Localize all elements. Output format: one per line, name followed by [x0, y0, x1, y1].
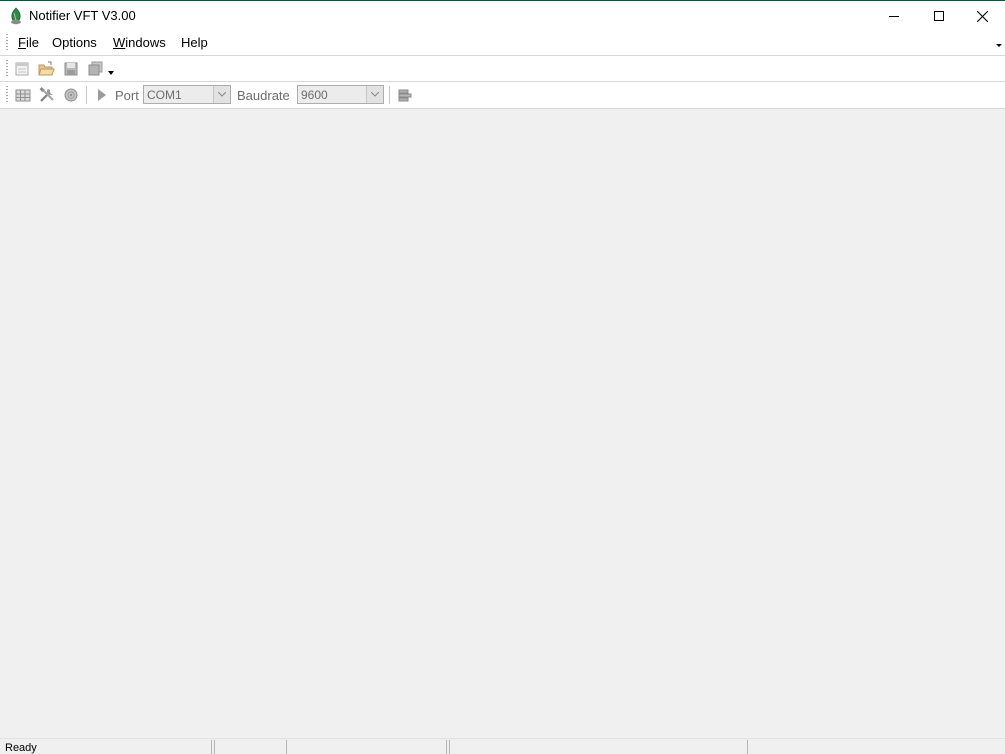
connect-icon[interactable]	[396, 86, 414, 104]
toolbar-separator	[389, 86, 390, 104]
port-dropdown-button[interactable]	[213, 86, 230, 103]
file-toolbar	[0, 56, 1005, 82]
dropdown-arrow-icon[interactable]	[108, 71, 114, 75]
port-select[interactable]: COM1	[143, 85, 231, 104]
disc-icon[interactable]	[62, 86, 80, 104]
mdi-client-area[interactable]	[0, 109, 1005, 738]
status-divider	[211, 740, 212, 754]
menu-bar: File Options Windows Help	[0, 31, 1005, 56]
menu-options[interactable]: Options	[52, 35, 97, 50]
play-icon[interactable]	[93, 86, 111, 104]
status-divider	[286, 740, 287, 754]
menu-windows-mnemonic: W	[113, 35, 126, 50]
window-title: Notifier VFT V3.00	[29, 8, 136, 23]
maximize-icon	[934, 11, 944, 21]
chevron-down-icon	[371, 92, 379, 97]
baudrate-label: Baudrate	[237, 88, 290, 103]
new-document-icon[interactable]	[13, 60, 31, 78]
menu-file-mnemonic: F	[18, 35, 26, 50]
status-text: Ready	[5, 742, 37, 754]
grid-icon[interactable]	[14, 86, 32, 104]
toolbar1-grip[interactable]	[6, 60, 8, 78]
port-value: COM1	[147, 88, 182, 102]
port-label: Port	[115, 88, 139, 103]
save-all-icon[interactable]	[86, 60, 104, 78]
baudrate-value: 9600	[301, 88, 328, 102]
chevron-down-icon	[218, 92, 226, 97]
menu-file-rest: ile	[25, 35, 39, 50]
status-divider	[214, 740, 215, 754]
status-divider	[449, 740, 450, 754]
close-icon	[976, 10, 988, 22]
maximize-button[interactable]	[916, 1, 962, 31]
menu-windows-rest: indows	[125, 35, 166, 50]
status-bar: Ready	[0, 738, 1005, 754]
toolbar-separator	[86, 86, 87, 104]
status-divider	[747, 740, 748, 754]
minimize-icon	[889, 16, 899, 17]
menu-windows[interactable]: Windows	[113, 35, 166, 50]
menu-overflow-chevron-icon[interactable]	[996, 44, 1002, 47]
close-button[interactable]	[959, 1, 1005, 31]
save-icon[interactable]	[62, 60, 80, 78]
menu-help[interactable]: Help	[181, 35, 208, 50]
baudrate-dropdown-button[interactable]	[366, 86, 383, 103]
toolbar2-grip[interactable]	[6, 86, 8, 104]
menu-grip[interactable]	[6, 34, 8, 52]
title-bar[interactable]: Notifier VFT V3.00	[0, 0, 1005, 31]
baudrate-select[interactable]: 9600	[297, 85, 384, 104]
menu-file[interactable]: File	[18, 35, 39, 50]
open-folder-icon[interactable]	[37, 60, 55, 78]
status-divider	[446, 740, 447, 754]
notifier-app-icon	[11, 7, 21, 25]
connection-toolbar: Port COM1 Baudrate 9600	[0, 82, 1005, 109]
tools-icon[interactable]	[38, 86, 56, 104]
minimize-button[interactable]	[871, 1, 917, 31]
